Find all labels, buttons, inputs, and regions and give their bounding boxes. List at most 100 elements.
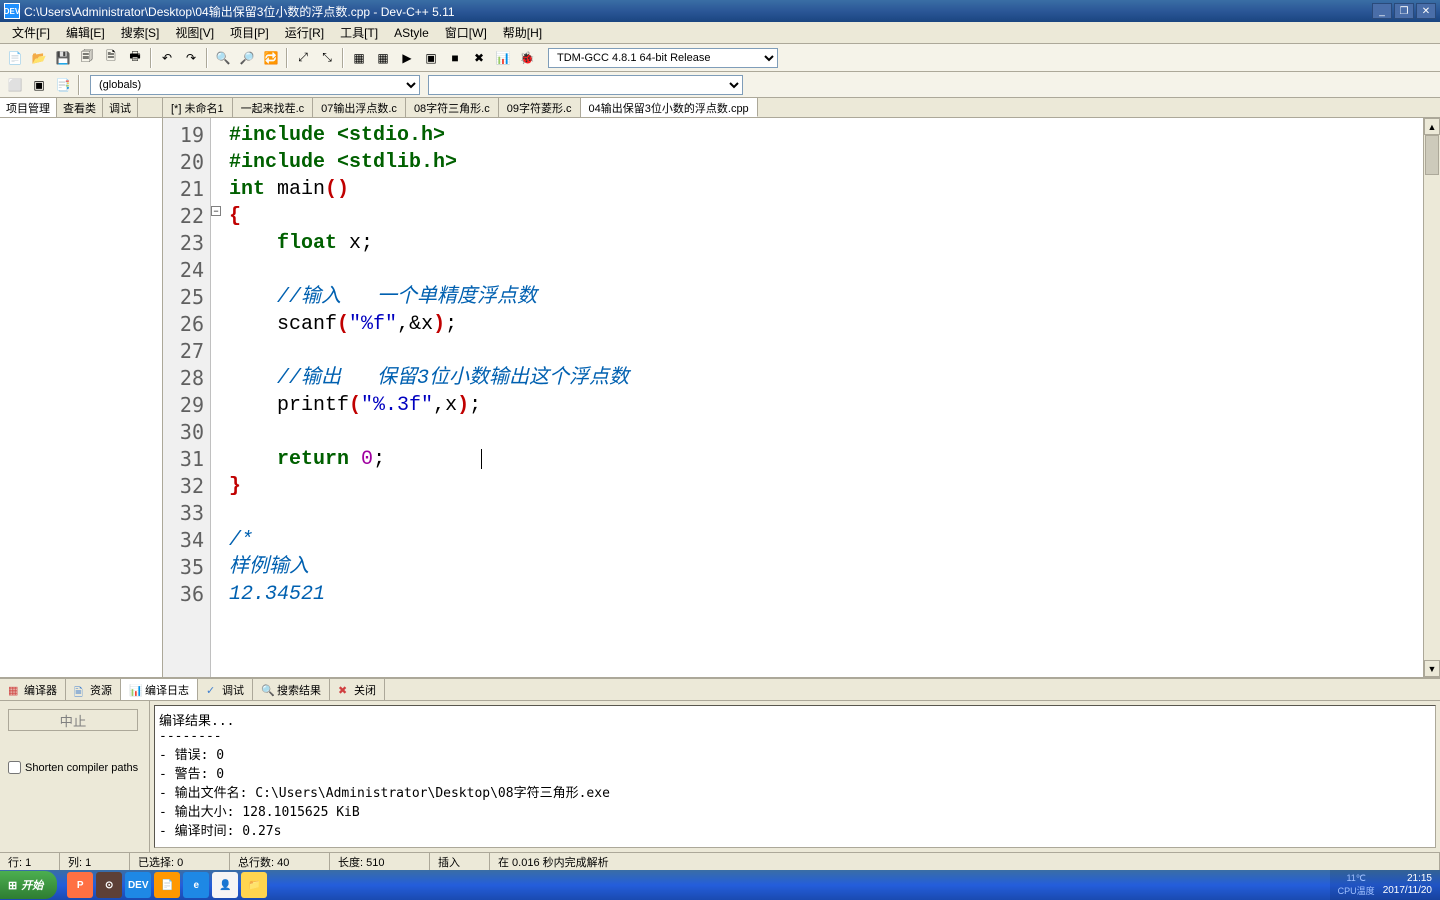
toolbar-button-5[interactable]: 🖶 <box>124 47 146 69</box>
bottom-tab-3[interactable]: ✓调试 <box>198 679 253 700</box>
line-gutter: 19 20 21 22 23 24 25 26 27 28 29 30 31 3… <box>163 118 211 677</box>
menu-5[interactable]: 运行[R] <box>277 22 332 43</box>
toolbar-button-4[interactable]: 🗎 <box>100 47 122 69</box>
globals-select[interactable]: (globals) <box>90 75 420 95</box>
sidebar-tab-0[interactable]: 项目管理 <box>0 98 57 117</box>
bottom-tab-icon: ▦ <box>8 684 20 696</box>
toolbar-button-15[interactable]: ⤡ <box>316 47 338 69</box>
menu-4[interactable]: 项目[P] <box>222 22 277 43</box>
toolbar-button-7[interactable]: ↶ <box>156 47 178 69</box>
menu-7[interactable]: AStyle <box>386 24 437 42</box>
vertical-scrollbar[interactable]: ▲ ▼ <box>1423 118 1440 677</box>
bottom-tabs: ▦编译器🗎资源📊编译日志✓调试🔍搜索结果✖关闭 <box>0 679 1440 701</box>
scroll-up-icon[interactable]: ▲ <box>1424 118 1440 135</box>
clock[interactable]: 21:15 2017/11/20 <box>1383 873 1432 897</box>
cpu-temp: 11℃ CPU温度 <box>1338 873 1375 897</box>
compile-controls: 中止 Shorten compiler paths <box>0 701 150 852</box>
status-col: 列: 1 <box>60 853 130 870</box>
toolbar-button-17[interactable]: ▦ <box>348 47 370 69</box>
status-line: 行: 1 <box>0 853 60 870</box>
separator <box>206 48 208 68</box>
editor-tab-3[interactable]: 08字符三角形.c <box>406 98 499 117</box>
toolbar-button-12[interactable]: 🔁 <box>260 47 282 69</box>
editor-tab-4[interactable]: 09字符菱形.c <box>499 98 581 117</box>
sidebar: 项目管理查看类调试 <box>0 98 163 677</box>
toolbar-button-23[interactable]: 📊 <box>492 47 514 69</box>
toolbar-button-14[interactable]: ⤢ <box>292 47 314 69</box>
separator <box>342 48 344 68</box>
function-select[interactable] <box>428 75 743 95</box>
system-tray: 11℃ CPU温度 21:15 2017/11/20 <box>1330 870 1440 900</box>
separator <box>78 75 80 95</box>
menu-9[interactable]: 帮助[H] <box>495 22 550 43</box>
maximize-button[interactable]: ❐ <box>1394 3 1414 19</box>
menu-8[interactable]: 窗口[W] <box>437 22 495 43</box>
toolbar-button-22[interactable]: ✖ <box>468 47 490 69</box>
editor-tab-5[interactable]: 04输出保留3位小数的浮点数.cpp <box>581 98 758 117</box>
toolbar-button-2[interactable]: 💾 <box>52 47 74 69</box>
sidebar-tab-1[interactable]: 查看类 <box>57 98 103 117</box>
toolbar-button-19[interactable]: ▶ <box>396 47 418 69</box>
toolbar-button-21[interactable]: ■ <box>444 47 466 69</box>
start-button[interactable]: ⊞ 开始 <box>0 871 57 899</box>
taskbar-app-4[interactable]: e <box>183 872 209 898</box>
bottom-tab-2[interactable]: 📊编译日志 <box>121 679 198 700</box>
fold-marker[interactable]: − <box>211 206 221 216</box>
bottom-panel: ▦编译器🗎资源📊编译日志✓调试🔍搜索结果✖关闭 中止 Shorten compi… <box>0 677 1440 852</box>
toolbar-button-0[interactable]: 📄 <box>4 47 26 69</box>
sidebar-tab-2[interactable]: 调试 <box>103 98 138 117</box>
fold-column: − <box>211 118 223 677</box>
separator <box>286 48 288 68</box>
toolbar-button-1[interactable]: 📂 <box>28 47 50 69</box>
shorten-paths-checkbox[interactable] <box>8 761 21 774</box>
taskbar-app-2[interactable]: DEV <box>125 872 151 898</box>
taskbar-app-6[interactable]: 📁 <box>241 872 267 898</box>
taskbar-app-3[interactable]: 📄 <box>154 872 180 898</box>
toolbar-button-3[interactable]: 🗐 <box>76 47 98 69</box>
menu-3[interactable]: 视图[V] <box>167 22 222 43</box>
taskbar-app-0[interactable]: P <box>67 872 93 898</box>
window-title: C:\Users\Administrator\Desktop\04输出保留3位小… <box>24 3 1372 20</box>
compiler-select[interactable]: TDM-GCC 4.8.1 64-bit Release <box>548 48 778 68</box>
bottom-tab-label: 编译日志 <box>145 682 189 698</box>
bottom-tab-label: 调试 <box>222 682 244 698</box>
scroll-thumb[interactable] <box>1425 135 1439 175</box>
menu-6[interactable]: 工具[T] <box>332 22 386 43</box>
main-area: 项目管理查看类调试 [*] 未命名1一起来找茬.c07输出浮点数.c08字符三角… <box>0 98 1440 677</box>
start-label: 开始 <box>21 877 43 893</box>
bookmark-icon[interactable]: 📑 <box>52 74 74 96</box>
code-content[interactable]: #include <stdio.h> #include <stdlib.h> i… <box>223 118 1440 677</box>
close-button[interactable]: ✕ <box>1416 3 1436 19</box>
menu-2[interactable]: 搜索[S] <box>113 22 168 43</box>
minimize-button[interactable]: _ <box>1372 3 1392 19</box>
compile-output[interactable]: 编译结果... -------- - 错误: 0 - 警告: 0 - 输出文件名… <box>154 705 1436 848</box>
menu-1[interactable]: 编辑[E] <box>58 22 113 43</box>
shorten-paths-label: Shorten compiler paths <box>25 762 138 774</box>
toolbar-button-18[interactable]: ▦ <box>372 47 394 69</box>
bottom-tab-label: 搜索结果 <box>277 682 321 698</box>
taskbar-app-5[interactable]: 👤 <box>212 872 238 898</box>
bottom-tab-1[interactable]: 🗎资源 <box>66 679 121 700</box>
stop-button[interactable]: 中止 <box>8 709 138 731</box>
editor-tab-0[interactable]: [*] 未命名1 <box>163 98 233 117</box>
scroll-down-icon[interactable]: ▼ <box>1424 660 1440 677</box>
toolbar-button-24[interactable]: 🐞 <box>516 47 538 69</box>
editor-tab-2[interactable]: 07输出浮点数.c <box>313 98 406 117</box>
toolbar-button-11[interactable]: 🔎 <box>236 47 258 69</box>
editor-tab-1[interactable]: 一起来找茬.c <box>233 98 314 117</box>
shorten-paths-row: Shorten compiler paths <box>8 761 141 774</box>
titlebar: DEV C:\Users\Administrator\Desktop\04输出保… <box>0 0 1440 22</box>
toolbar-button-20[interactable]: ▣ <box>420 47 442 69</box>
taskbar-app-1[interactable]: ⊙ <box>96 872 122 898</box>
toolbar-button-8[interactable]: ↷ <box>180 47 202 69</box>
bottom-tab-5[interactable]: ✖关闭 <box>330 679 385 700</box>
debug-watch-icon[interactable]: ▣ <box>28 74 50 96</box>
bottom-tab-0[interactable]: ▦编译器 <box>0 679 66 700</box>
editor-body[interactable]: 19 20 21 22 23 24 25 26 27 28 29 30 31 3… <box>163 118 1440 677</box>
debug-windows-icon[interactable]: ⬜ <box>4 74 26 96</box>
menu-0[interactable]: 文件[F] <box>4 22 58 43</box>
statusbar: 行: 1 列: 1 已选择: 0 总行数: 40 长度: 510 插入 在 0.… <box>0 852 1440 870</box>
bottom-tab-4[interactable]: 🔍搜索结果 <box>253 679 330 700</box>
clock-date: 2017/11/20 <box>1383 885 1432 897</box>
toolbar-button-10[interactable]: 🔍 <box>212 47 234 69</box>
